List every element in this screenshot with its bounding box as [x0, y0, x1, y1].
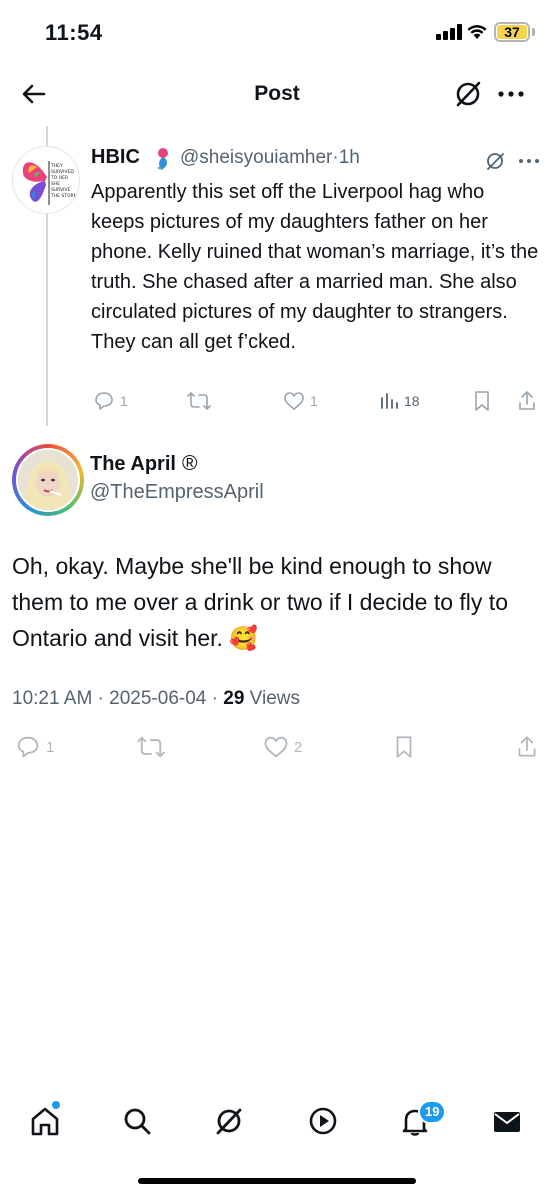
- home-icon[interactable]: [28, 1104, 62, 1138]
- share-icon[interactable]: [514, 734, 540, 760]
- analytics-icon: [381, 393, 398, 409]
- svg-text:TO HER: TO HER: [50, 175, 68, 181]
- like-count: 1: [310, 393, 318, 409]
- reply-count: 1: [46, 738, 55, 756]
- like-button[interactable]: 1: [282, 388, 318, 414]
- bookmark-icon[interactable]: [392, 734, 416, 760]
- butterfly-avatar-image: THEY SURVIVED TO HER SHE SURVIVE THE STO…: [22, 161, 78, 205]
- messages-envelope-icon[interactable]: [490, 1104, 524, 1138]
- notification-count-badge: 19: [418, 1100, 447, 1124]
- reply-count: 1: [120, 393, 128, 409]
- svg-text:SHE: SHE: [51, 181, 60, 187]
- heart-icon: [284, 392, 304, 410]
- cellular-signal-icon: [436, 24, 462, 40]
- tweet-actions: 1 2: [0, 734, 554, 766]
- battery-tip: [532, 28, 535, 36]
- registered-mark: ®: [181, 452, 198, 475]
- views-button[interactable]: 18: [378, 388, 420, 414]
- search-icon[interactable]: [120, 1104, 154, 1138]
- reply-button[interactable]: 1: [14, 734, 54, 760]
- author-handle[interactable]: @sheisyouiamher: [180, 147, 332, 168]
- avatar[interactable]: THEY SURVIVED TO HER SHE SURVIVE THE STO…: [12, 146, 80, 214]
- like-button[interactable]: 2: [262, 734, 302, 760]
- author-name[interactable]: HBIC: [91, 146, 140, 169]
- post-time: 1h: [338, 147, 360, 168]
- views-count: 29: [223, 688, 245, 709]
- grok-icon[interactable]: [484, 150, 506, 172]
- more-options-icon[interactable]: [494, 78, 528, 110]
- bottom-navigation: [0, 1090, 554, 1150]
- svg-text:SURVIVED: SURVIVED: [51, 169, 74, 175]
- wifi-icon: [467, 25, 487, 39]
- mermaid-emoji-icon: [157, 148, 168, 170]
- like-count: 2: [294, 738, 303, 756]
- svg-text:THEY: THEY: [50, 163, 63, 169]
- svg-text:SURVIVE: SURVIVE: [51, 187, 71, 193]
- tweet-meta: 10:21 AM · 2025-06-04 · 29 Views: [12, 688, 300, 710]
- repost-icon: [137, 736, 165, 758]
- bookmark-icon[interactable]: [472, 388, 492, 414]
- avatar[interactable]: [12, 444, 84, 516]
- home-unread-dot: [52, 1101, 60, 1109]
- views-label: Views: [244, 688, 301, 709]
- view-count: 18: [404, 393, 420, 409]
- repost-icon: [187, 392, 211, 410]
- reply-button[interactable]: 1: [92, 388, 128, 414]
- heart-icon: [264, 736, 288, 758]
- battery-level: 37: [497, 25, 527, 39]
- grok-icon[interactable]: [212, 1104, 246, 1138]
- more-options-icon[interactable]: [516, 150, 542, 172]
- svg-text:THE STORM: THE STORM: [50, 193, 78, 199]
- tweet-text: Oh, okay. Maybe she'll be kind enough to…: [12, 553, 508, 651]
- repost-button[interactable]: [136, 734, 170, 760]
- status-bar: 11:54 37: [0, 0, 554, 64]
- grok-icon[interactable]: [452, 78, 484, 110]
- author-handle-and-time[interactable]: @sheisyouiamher·1h: [180, 147, 360, 169]
- battery-icon: 37: [494, 22, 530, 42]
- status-time: 11:54: [45, 20, 103, 45]
- author-name-row[interactable]: The April ®: [90, 452, 197, 476]
- reply-icon: [95, 392, 113, 410]
- reply-icon: [17, 736, 39, 758]
- tweet-text: Apparently this set off the Liverpool ha…: [91, 181, 539, 353]
- avatar-image: [16, 448, 80, 512]
- home-indicator-bar: [138, 1178, 416, 1184]
- video-play-icon[interactable]: [306, 1104, 340, 1138]
- author-handle[interactable]: @TheEmpressApril: [90, 481, 264, 504]
- repost-button[interactable]: [186, 388, 216, 414]
- author-name[interactable]: The April: [90, 453, 176, 475]
- post-timestamp: 10:21 AM · 2025-06-04 ·: [12, 688, 224, 709]
- share-icon[interactable]: [516, 388, 538, 414]
- post-header: Post: [0, 64, 554, 126]
- tweet-actions: 1 1 18: [0, 388, 554, 416]
